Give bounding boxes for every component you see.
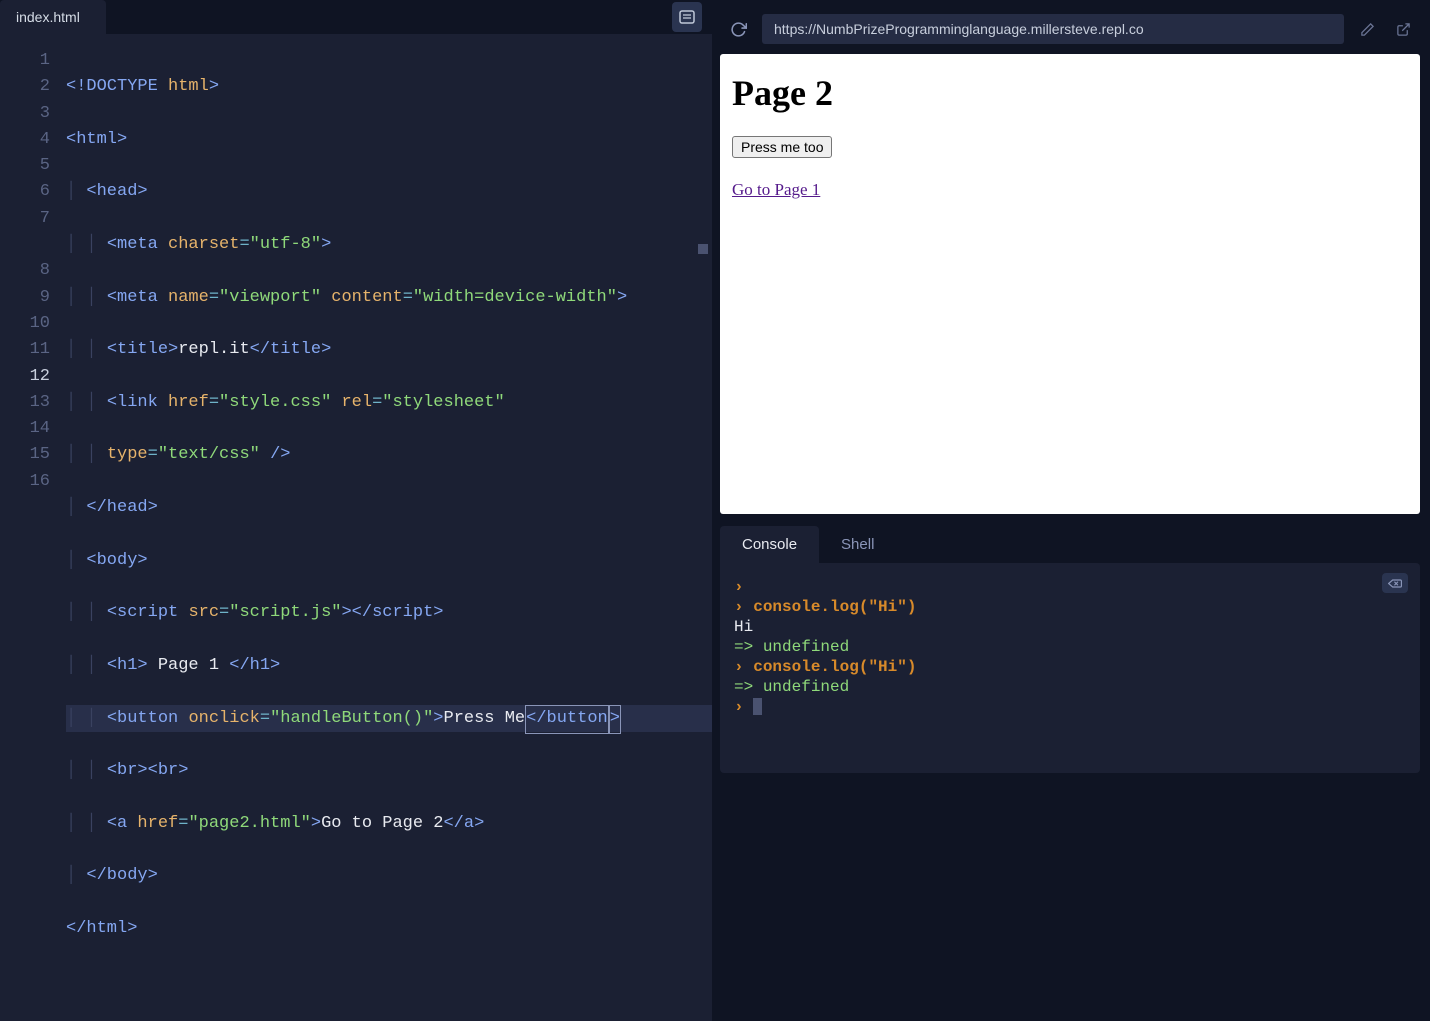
url-bar[interactable]: https://NumbPrizeProgramminglanguage.mil… — [762, 14, 1344, 44]
editor-tab-index[interactable]: index.html — [0, 0, 106, 34]
browser-preview: Page 2 Press me too Go to Page 1 — [720, 54, 1420, 514]
console-cursor — [753, 698, 762, 715]
code-editor[interactable]: 1 2 3 4 5 6 7 8 9 10 11 12 13 14 15 16 <… — [0, 34, 712, 1021]
preview-button-press-me-too[interactable]: Press me too — [732, 136, 832, 158]
open-new-tab-icon[interactable] — [1390, 16, 1416, 42]
right-pane: https://NumbPrizeProgramminglanguage.mil… — [712, 0, 1430, 783]
preview-link-page1[interactable]: Go to Page 1 — [732, 180, 820, 199]
preview-heading: Page 2 — [732, 72, 1408, 114]
browser-toolbar: https://NumbPrizeProgramminglanguage.mil… — [720, 10, 1420, 54]
console-output[interactable]: › › console.log("Hi") Hi => undefined › … — [720, 563, 1420, 773]
editor-tab-bar: index.html — [0, 0, 712, 34]
tab-console[interactable]: Console — [720, 526, 819, 563]
line-gutter: 1 2 3 4 5 6 7 8 9 10 11 12 13 14 15 16 — [0, 34, 66, 1021]
code-content[interactable]: <!DOCTYPE html> <html> │ <head> │ │ <met… — [66, 34, 712, 1021]
minimap-marker — [698, 244, 708, 254]
markdown-preview-icon[interactable] — [672, 2, 702, 32]
editor-pane: index.html 1 2 3 4 5 6 7 8 9 10 11 12 13… — [0, 0, 712, 783]
clear-console-icon[interactable] — [1382, 573, 1408, 593]
pencil-icon[interactable] — [1354, 16, 1380, 42]
tab-shell[interactable]: Shell — [819, 526, 896, 563]
reload-icon[interactable] — [724, 15, 752, 43]
console-tab-bar: Console Shell — [720, 526, 1420, 563]
